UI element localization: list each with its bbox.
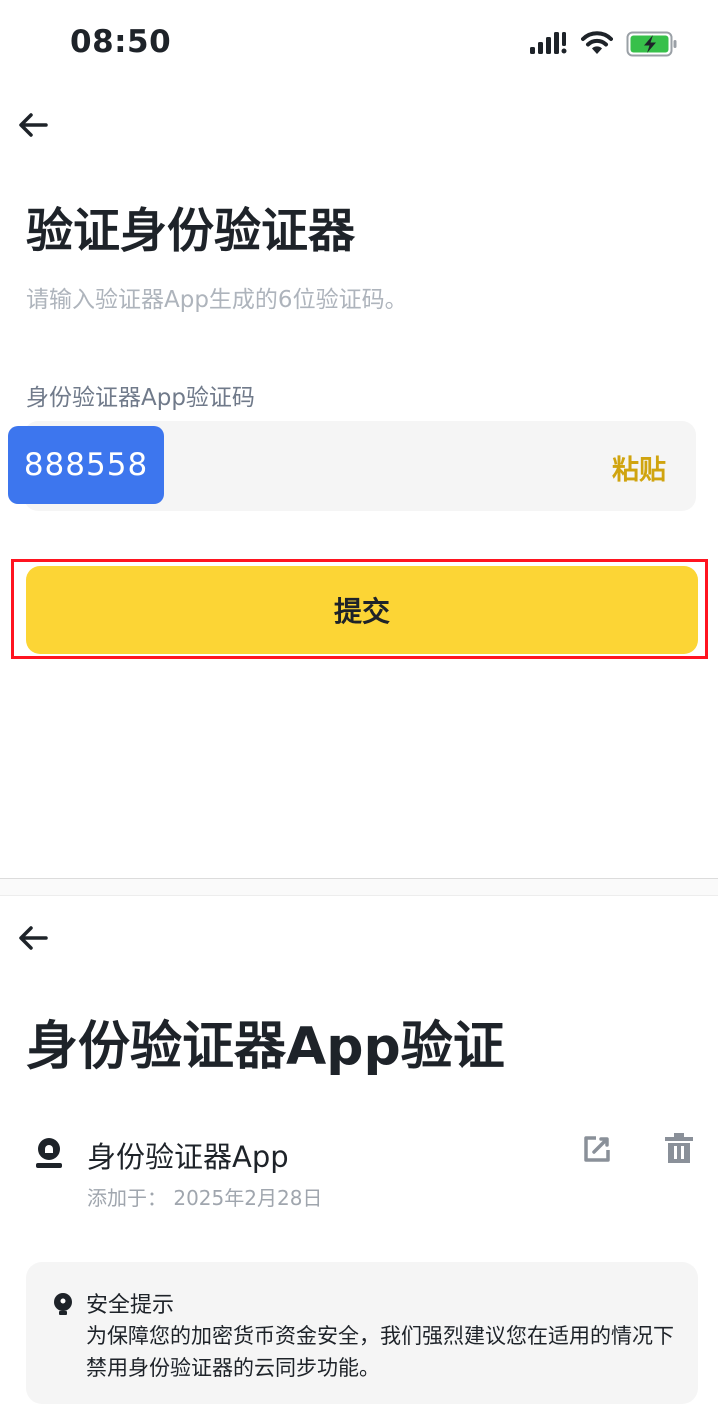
battery-charging-icon xyxy=(626,30,680,58)
back-arrow-icon[interactable] xyxy=(16,111,50,139)
edit-icon[interactable] xyxy=(582,1134,612,1164)
code-value[interactable]: 888558 xyxy=(8,426,164,504)
page-title: 身份验证器App验证 xyxy=(26,1017,505,1077)
screen-divider xyxy=(0,878,718,896)
back-arrow-icon[interactable] xyxy=(16,924,50,952)
page-title: 验证身份验证器 xyxy=(26,204,355,259)
security-tip-body: 为保障您的加密货币资金安全，我们强烈建议您在适用的情况下禁用身份验证器的云同步功… xyxy=(86,1324,674,1380)
code-field-label: 身份验证器App验证码 xyxy=(26,385,255,411)
status-time: 08:50 xyxy=(70,24,172,60)
signal-icon xyxy=(530,30,568,56)
bulb-icon xyxy=(52,1292,74,1316)
trash-icon[interactable] xyxy=(664,1132,694,1164)
page-subtitle: 请输入验证器App生成的6位验证码。 xyxy=(26,287,408,313)
paste-button[interactable]: 粘贴 xyxy=(612,448,666,487)
wifi-icon xyxy=(581,30,613,56)
security-tip-title: 安全提示 xyxy=(86,1293,175,1318)
authenticator-icon xyxy=(34,1136,64,1170)
authenticator-name: 身份验证器App xyxy=(87,1140,289,1174)
submit-button[interactable]: 提交 xyxy=(26,566,698,654)
added-date: 添加于： 2025年2月28日 xyxy=(87,1186,323,1210)
